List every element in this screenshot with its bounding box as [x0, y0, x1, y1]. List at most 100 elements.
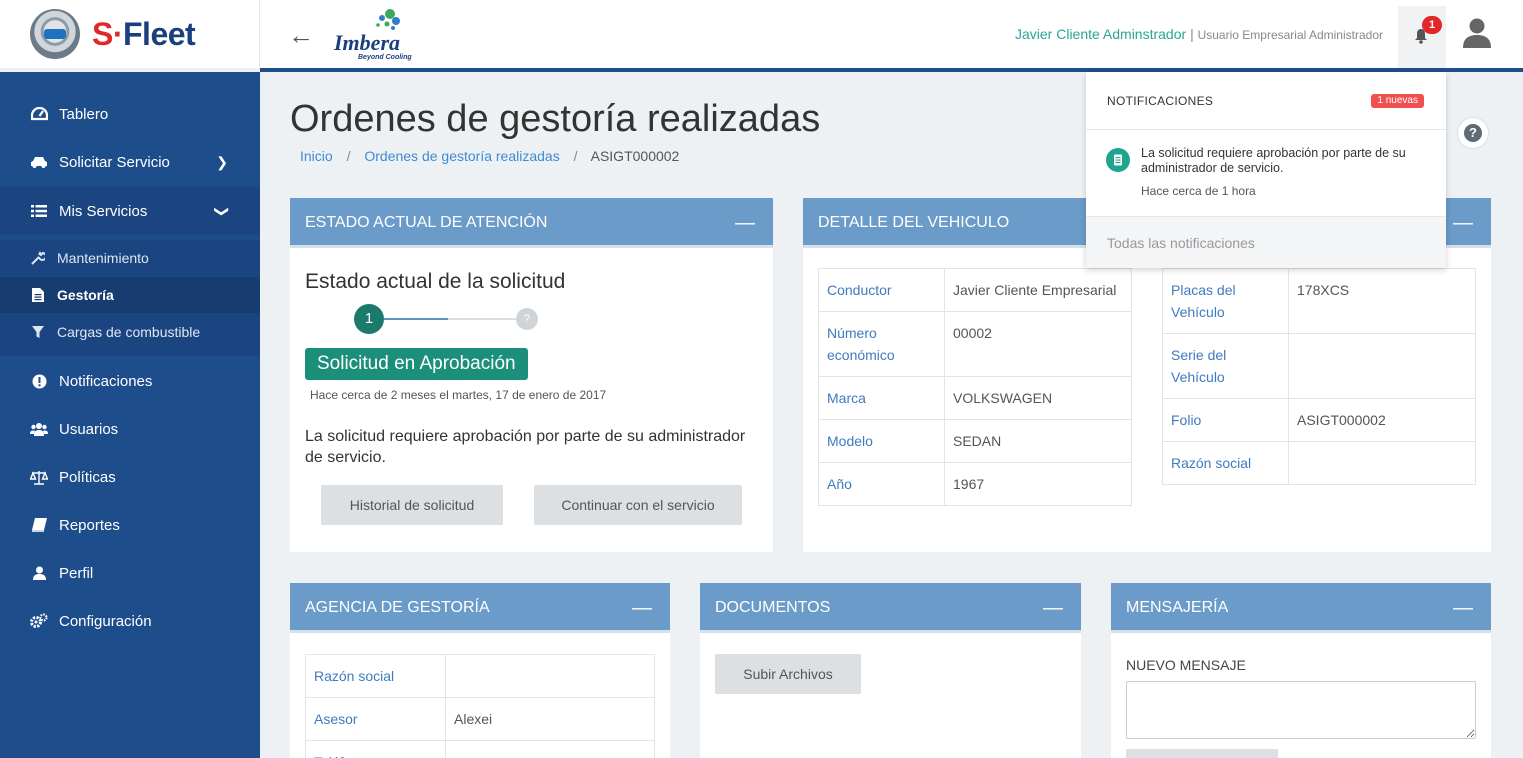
- agencia-panel-header: AGENCIA DE GESTORÍA —: [290, 583, 670, 633]
- notification-document-icon: [1106, 148, 1130, 172]
- sidebar-item-label: Solicitar Servicio: [59, 153, 170, 171]
- table-row: Número económico 00002: [818, 311, 1132, 377]
- field-value: [445, 740, 655, 758]
- cogs-icon: [30, 612, 48, 630]
- field-value: ASIGT000002: [1288, 398, 1476, 442]
- table-row: Razón social: [305, 654, 655, 698]
- minimize-icon[interactable]: —: [1043, 583, 1063, 633]
- mis-servicios-submenu: Mantenimiento Gestoría Cargas de combust…: [0, 240, 260, 356]
- vehiculo-panel-title: DETALLE DEL VEHICULO: [818, 214, 1010, 231]
- sidebar-subitem-label: Cargas de combustible: [57, 324, 201, 340]
- agencia-table: Razón social AsesorAlexei Teléfono: [305, 654, 655, 758]
- field-value: [1288, 441, 1476, 485]
- partner-logo-dots-icon: [376, 9, 400, 30]
- notification-item[interactable]: La solicitud requiere aprobación por par…: [1086, 130, 1446, 216]
- sidebar-item-reportes[interactable]: Reportes: [0, 501, 260, 549]
- sidebar-item-label: Políticas: [59, 468, 116, 486]
- field-label: Modelo: [818, 419, 945, 463]
- sidebar-item-mis-servicios[interactable]: Mis Servicios ❯: [0, 187, 260, 235]
- list-icon: [30, 202, 48, 220]
- field-label: Conductor: [818, 268, 945, 312]
- field-value: VOLKSWAGEN: [944, 376, 1132, 420]
- step-1-indicator: 1: [354, 304, 384, 334]
- field-label: Teléfono: [305, 740, 446, 758]
- notifications-dropdown-header: NOTIFICACIONES 1 nuevas: [1086, 72, 1446, 130]
- status-stepper: 1 ?: [354, 304, 538, 334]
- table-row: Conductor Javier Cliente Empresarial: [818, 268, 1132, 312]
- continuar-servicio-button[interactable]: Continuar con el servicio: [534, 485, 742, 525]
- wrench-icon: [30, 251, 46, 265]
- help-button[interactable]: ?: [1458, 118, 1488, 148]
- vehiculo-table-left: Conductor Javier Cliente Empresarial Núme…: [818, 268, 1132, 506]
- partner-logo-word: Imbera: [334, 30, 400, 55]
- back-arrow-icon[interactable]: ←: [288, 20, 314, 51]
- breadcrumb-home-link[interactable]: Inicio: [300, 148, 333, 164]
- sidebar-item-usuarios[interactable]: Usuarios: [0, 405, 260, 453]
- table-row: Marca VOLKSWAGEN: [818, 376, 1132, 420]
- sidebar-item-label: Usuarios: [59, 420, 119, 438]
- table-row: Teléfono: [305, 740, 655, 758]
- status-timestamp: Hace cerca de 2 meses el martes, 17 de e…: [310, 388, 607, 402]
- notification-count-badge: 1: [1422, 16, 1442, 34]
- status-title: Estado actual de la solicitud: [305, 270, 566, 293]
- partner-logo: Imbera Beyond Cooling: [334, 8, 416, 64]
- notifications-title: NOTIFICACIONES: [1107, 94, 1214, 108]
- chevron-right-icon: ❯: [216, 153, 228, 170]
- steering-wheel-logo-icon: [30, 9, 80, 59]
- minimize-icon[interactable]: —: [632, 583, 652, 633]
- notification-text: La solicitud requiere aprobación por par…: [1141, 146, 1406, 175]
- field-value: SEDAN: [944, 419, 1132, 463]
- user-role: Usuario Empresarial Administrador: [1197, 28, 1383, 42]
- sfleet-logo[interactable]: S·Fleet: [0, 0, 260, 68]
- balance-icon: [30, 468, 48, 486]
- field-label: Año: [818, 462, 945, 506]
- estado-panel-title: ESTADO ACTUAL DE ATENCIÓN: [305, 214, 548, 231]
- historial-button[interactable]: Historial de solicitud: [321, 485, 503, 525]
- sidebar-item-label: Mis Servicios: [59, 202, 148, 220]
- table-row: Modelo SEDAN: [818, 419, 1132, 463]
- send-message-button[interactable]: [1126, 749, 1278, 758]
- sidebar-item-tablero[interactable]: Tablero: [0, 90, 260, 138]
- field-label: Marca: [818, 376, 945, 420]
- status-message: La solicitud requiere aprobación por par…: [305, 428, 746, 466]
- documentos-panel: DOCUMENTOS — Subir Archivos: [700, 583, 1081, 758]
- all-notifications-link[interactable]: Todas las notificaciones: [1086, 216, 1446, 268]
- book-icon: [30, 516, 48, 534]
- new-count-badge: 1 nuevas: [1371, 94, 1424, 108]
- estado-panel: ESTADO ACTUAL DE ATENCIÓN — Estado actua…: [290, 198, 773, 552]
- sidebar-item-label: Configuración: [59, 612, 152, 630]
- table-row: Año 1967: [818, 462, 1132, 506]
- user-avatar-icon[interactable]: [1462, 17, 1492, 49]
- field-value: [445, 654, 655, 698]
- sidebar-item-configuracion[interactable]: Configuración: [0, 597, 260, 645]
- sidebar-item-label: Notificaciones: [59, 372, 153, 390]
- subir-archivos-button[interactable]: Subir Archivos: [715, 654, 861, 694]
- field-label: Placas del Vehículo: [1162, 268, 1289, 334]
- vehiculo-table-right: Placas del Vehículo 178XCS Serie del Vehí…: [1162, 268, 1476, 485]
- field-value: Javier Cliente Empresarial: [944, 268, 1132, 312]
- minimize-icon[interactable]: —: [1453, 198, 1473, 248]
- user-info-separator: |: [1190, 26, 1194, 42]
- page-title: Ordenes de gestoría realizadas: [290, 98, 821, 140]
- notifications-button[interactable]: 1: [1398, 6, 1446, 68]
- message-textarea[interactable]: [1126, 681, 1476, 739]
- sidebar-subitem-mantenimiento[interactable]: Mantenimiento: [0, 240, 260, 276]
- user-info[interactable]: Javier Cliente Adminstrador | Usuario Em…: [1015, 26, 1383, 42]
- sidebar-subitem-gestoria[interactable]: Gestoría: [0, 277, 260, 313]
- sidebar-subitem-cargas-combustible[interactable]: Cargas de combustible: [0, 314, 260, 350]
- sidebar-item-politicas[interactable]: Políticas: [0, 453, 260, 501]
- field-value: [1288, 333, 1476, 399]
- sidebar-item-solicitar-servicio[interactable]: Solicitar Servicio ❯: [0, 138, 260, 186]
- step-connector-pending: [448, 318, 516, 320]
- sidebar-item-notificaciones[interactable]: Notificaciones: [0, 357, 260, 405]
- table-row: Placas del Vehículo 178XCS: [1162, 268, 1476, 334]
- breadcrumb-section-link[interactable]: Ordenes de gestoría realizadas: [364, 148, 559, 164]
- sidebar-item-label: Tablero: [59, 105, 109, 123]
- minimize-icon[interactable]: —: [735, 198, 755, 248]
- table-row: Folio ASIGT000002: [1162, 398, 1476, 442]
- minimize-icon[interactable]: —: [1453, 583, 1473, 633]
- alert-icon: [30, 372, 48, 390]
- status-badge: Solicitud en Aprobación: [305, 348, 528, 380]
- sidebar-item-perfil[interactable]: Perfil: [0, 549, 260, 597]
- field-value: Alexei: [445, 697, 655, 741]
